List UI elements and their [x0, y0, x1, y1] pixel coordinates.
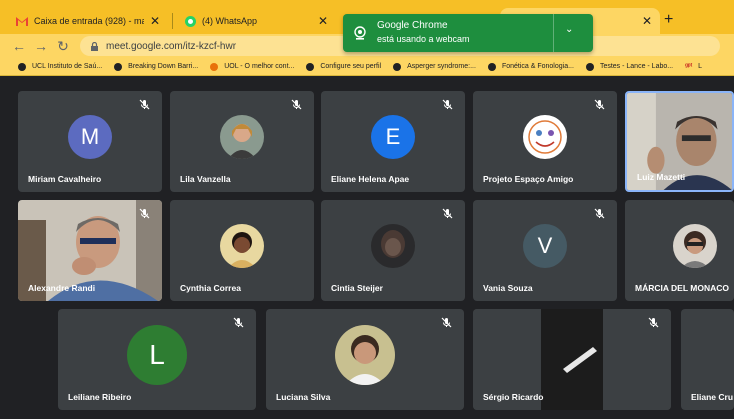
mic-off-icon	[594, 99, 605, 110]
avatar: M	[68, 115, 112, 160]
bookmark-item[interactable]: ᵍᵖᵗ L	[685, 63, 702, 70]
reload-icon[interactable]: ↻	[52, 38, 74, 55]
avatar	[371, 224, 415, 269]
whatsapp-icon	[184, 15, 196, 27]
avatar: L	[127, 325, 187, 386]
participant-name: MÁRCIA DEL MONACO	[635, 283, 729, 293]
close-icon[interactable]: ✕	[150, 14, 160, 28]
mic-off-icon	[441, 317, 452, 328]
mic-off-icon	[648, 317, 659, 328]
avatar	[673, 224, 717, 269]
participant-name: Cintia Steijer	[331, 283, 383, 293]
notification-title: Google Chrome	[377, 20, 448, 31]
mic-off-icon	[139, 208, 150, 219]
mic-off-icon	[291, 99, 302, 110]
bookmark-item[interactable]: Testes - Lance - Labo...	[585, 62, 673, 71]
participant-name: Eliane Helena Apae	[331, 174, 410, 184]
participant-name: Miriam Cavalheiro	[28, 174, 102, 184]
tab-title: Caixa de entrada (928) - marciamc	[34, 16, 144, 26]
chevron-down-icon[interactable]: ⌄	[565, 24, 573, 35]
participant-name: Projeto Espaço Amigo	[483, 174, 574, 184]
mic-off-icon	[442, 99, 453, 110]
forward-icon[interactable]: →	[30, 38, 52, 54]
participant-tile[interactable]: V Vania Souza	[473, 200, 617, 301]
close-icon[interactable]: ✕	[642, 14, 652, 28]
globe-icon	[487, 62, 496, 71]
globe-icon	[393, 62, 402, 71]
bookmark-item[interactable]: UOL - O melhor cont...	[210, 62, 294, 71]
tab-whatsapp[interactable]: (4) WhatsApp ✕	[176, 8, 336, 34]
participant-tile[interactable]: MÁRCIA DEL MONACO	[625, 200, 734, 301]
bookmark-item[interactable]: Fonética & Fonologia...	[487, 62, 574, 71]
url-text: meet.google.com/itz-kzcf-hwr	[106, 40, 237, 52]
participant-tile[interactable]: Projeto Espaço Amigo	[473, 91, 617, 192]
participant-name: Lila Vanzella	[180, 174, 231, 184]
avatar	[335, 325, 395, 386]
avatar	[220, 224, 264, 269]
gmail-icon	[16, 15, 28, 27]
participant-tile[interactable]: L Leiliane Ribeiro	[58, 309, 256, 410]
mic-off-icon	[594, 208, 605, 219]
avatar: E	[371, 115, 415, 160]
participant-tile[interactable]: E Eliane Helena Apae	[321, 91, 465, 192]
tab-divider	[172, 13, 173, 29]
uol-icon	[210, 62, 219, 71]
participant-tile[interactable]: Cynthia Correa	[170, 200, 314, 301]
tab-gmail[interactable]: Caixa de entrada (928) - marciamc ✕	[8, 8, 168, 34]
participant-tile[interactable]: Alexandre Randi	[18, 200, 162, 301]
bookmark-item[interactable]: Configure seu perfil	[306, 62, 381, 71]
avatar	[220, 115, 264, 160]
mic-off-icon	[233, 317, 244, 328]
participant-tile[interactable]: Luiz Mazetti	[625, 91, 734, 192]
lock-icon	[91, 41, 98, 51]
bookmark-item[interactable]: UCL Instituto de Saú...	[18, 62, 102, 71]
back-icon[interactable]: ←	[8, 38, 30, 54]
participant-tile[interactable]: M Miriam Cavalheiro	[18, 91, 162, 192]
participant-name: Vania Souza	[483, 283, 533, 293]
webcam-notification[interactable]: Google Chrome está usando a webcam ⌄	[343, 14, 593, 52]
participant-name: Cynthia Correa	[180, 283, 241, 293]
globe-icon	[18, 62, 26, 71]
avatar	[523, 115, 567, 160]
participant-name: Alexandre Randi	[28, 283, 96, 293]
participant-name: Eliane Cru	[691, 392, 734, 402]
participant-name: Leiliane Ribeiro	[68, 392, 132, 402]
participant-tile[interactable]: Cintia Steijer	[321, 200, 465, 301]
bookmark-item[interactable]: Asperger syndrome:...	[393, 62, 476, 71]
mic-off-icon	[139, 99, 150, 110]
participant-tile[interactable]: Sérgio Ricardo	[473, 309, 671, 410]
notification-divider	[553, 14, 554, 52]
mic-off-icon	[442, 208, 453, 219]
avatar: V	[523, 224, 567, 269]
new-tab-button[interactable]: +	[664, 11, 673, 29]
tab-title: (4) WhatsApp	[202, 16, 258, 26]
participant-name: Luiz Mazetti	[637, 172, 686, 182]
globe-icon	[306, 62, 315, 71]
participant-name: Luciana Silva	[276, 392, 331, 402]
globe-icon	[585, 62, 594, 71]
bookmark-icon: ᵍᵖᵗ	[685, 63, 693, 70]
participant-tile[interactable]: Lila Vanzella	[170, 91, 314, 192]
webcam-icon	[354, 26, 366, 40]
participant-name: Sérgio Ricardo	[483, 392, 544, 402]
participant-tile[interactable]: Luciana Silva	[266, 309, 464, 410]
globe-icon	[114, 62, 123, 71]
bookmarks-bar: UCL Instituto de Saú... Breaking Down Ba…	[0, 58, 734, 76]
close-icon[interactable]: ✕	[318, 14, 328, 28]
participant-tile[interactable]: Eliane Cru	[681, 309, 734, 410]
notification-body: está usando a webcam	[377, 34, 470, 44]
bookmark-item[interactable]: Breaking Down Barri...	[114, 62, 198, 71]
